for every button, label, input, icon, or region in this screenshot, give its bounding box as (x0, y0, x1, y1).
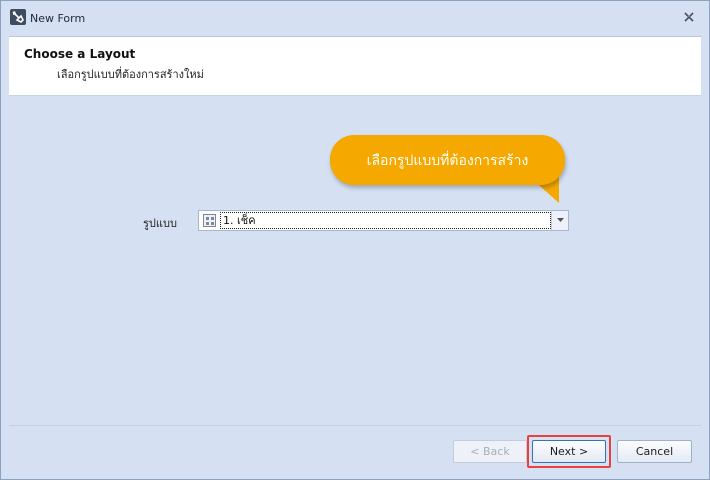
back-button[interactable]: < Back (453, 440, 527, 463)
layout-select[interactable]: 1. เช็ค (198, 210, 569, 231)
page-subtitle: เลือกรูปแบบที่ต้องการสร้างใหม่ (57, 68, 204, 81)
wizard-header: Choose a Layout เลือกรูปแบบที่ต้องการสร้… (9, 36, 701, 95)
window-title: New Form (30, 12, 86, 25)
layout-field-label: รูปแบบ (143, 217, 177, 230)
page-title: Choose a Layout (24, 47, 136, 61)
form-tool-icon (10, 9, 26, 25)
close-icon[interactable] (682, 10, 696, 24)
footer-divider (9, 425, 701, 426)
dropdown-arrow-icon[interactable] (551, 211, 568, 230)
title-bar[interactable]: New Form (1, 1, 709, 34)
layout-select-value: 1. เช็ค (220, 212, 551, 229)
next-button[interactable]: Next > (532, 440, 606, 463)
cancel-button[interactable]: Cancel (617, 440, 692, 463)
layout-grid-icon (203, 214, 216, 227)
callout-text: เลือกรูปแบบที่ต้องการสร้าง (366, 153, 529, 169)
hint-callout: เลือกรูปแบบที่ต้องการสร้าง (330, 135, 565, 185)
new-form-dialog: New Form Choose a Layout เลือกรูปแบบที่ต… (0, 0, 710, 480)
